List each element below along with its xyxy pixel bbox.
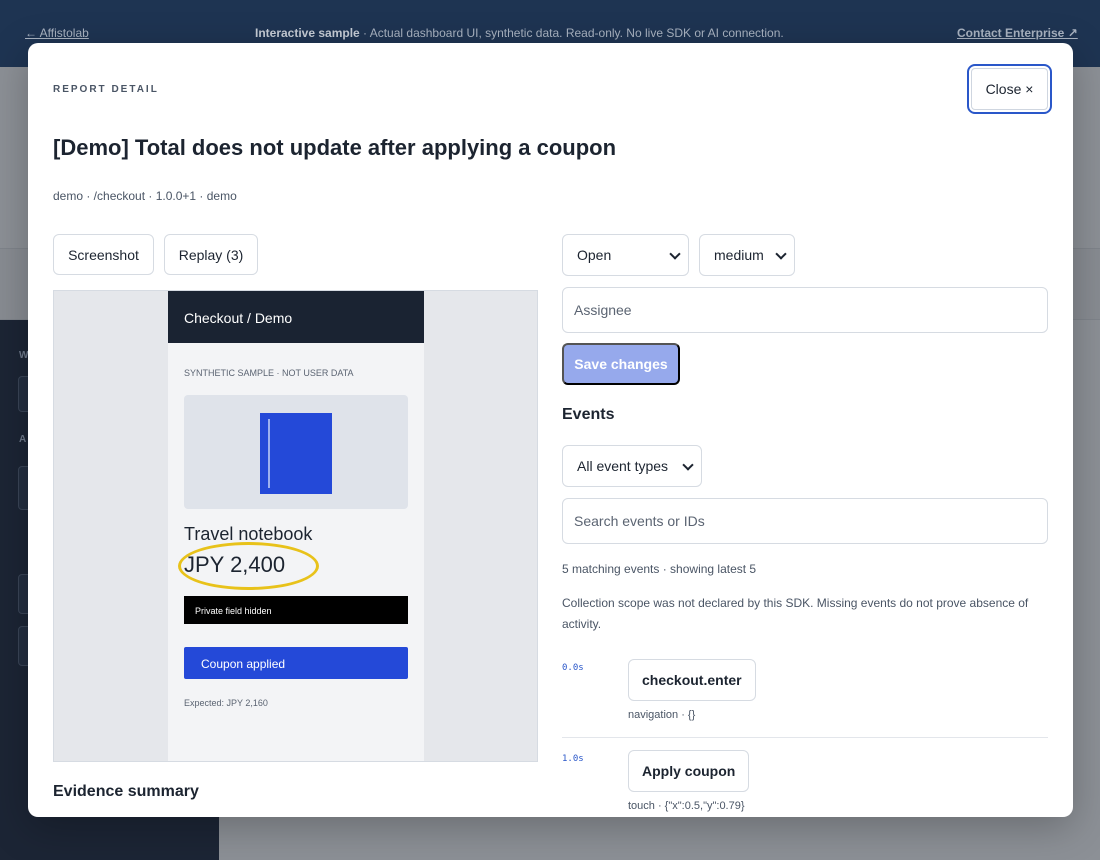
preview-sample-note: SYNTHETIC SAMPLE · NOT USER DATA xyxy=(184,368,354,378)
event-meta: touch · {"x":0.5,"y":0.79} xyxy=(628,800,745,812)
sample-notice-bold: Interactive sample xyxy=(255,26,360,40)
expected-total: Expected: JPY 2,160 xyxy=(184,698,268,708)
report-meta: demo · /checkout · 1.0.0+1 · demo xyxy=(53,189,237,203)
price-highlight-ellipse xyxy=(178,542,319,590)
severity-select[interactable]: medium xyxy=(699,234,795,276)
sidebar-label-stub: A xyxy=(19,434,27,445)
event-type-filter[interactable]: All event types xyxy=(562,445,702,487)
event-meta: navigation · {} xyxy=(628,709,696,721)
event-divider xyxy=(562,737,1048,738)
event-count: 5 matching events · showing latest 5 xyxy=(562,562,757,576)
event-item-button[interactable]: Apply coupon xyxy=(628,750,750,792)
report-detail-modal: REPORT DETAIL Close × [Demo] Total does … xyxy=(28,43,1073,817)
modal-eyebrow: REPORT DETAIL xyxy=(53,84,159,95)
status-select[interactable]: Open xyxy=(562,234,689,276)
tab-replay[interactable]: Replay (3) xyxy=(164,234,258,275)
phone-screen: Checkout / Demo SYNTHETIC SAMPLE · NOT U… xyxy=(168,291,424,761)
notebook-icon xyxy=(260,413,332,494)
save-changes-button[interactable]: Save changes xyxy=(562,343,680,385)
evidence-summary-heading: Evidence summary xyxy=(53,783,199,800)
event-item-button[interactable]: checkout.enter xyxy=(628,659,756,701)
event-type-filter-value: All event types xyxy=(577,458,669,474)
product-image xyxy=(184,395,408,509)
event-search-placeholder: Search events or IDs xyxy=(574,513,705,529)
preview-header: Checkout / Demo xyxy=(168,291,424,343)
chevron-down-icon xyxy=(682,459,694,471)
report-title: [Demo] Total does not update after apply… xyxy=(53,135,617,160)
contact-enterprise-link[interactable]: Contact Enterprise ↗ xyxy=(957,26,1078,40)
event-search-input[interactable]: Search events or IDs xyxy=(562,498,1048,544)
screenshot-preview: Checkout / Demo SYNTHETIC SAMPLE · NOT U… xyxy=(53,290,538,762)
assignee-input[interactable]: Assignee xyxy=(562,287,1048,333)
notebook-spine xyxy=(268,419,270,488)
back-link[interactable]: ← Affistolab xyxy=(25,26,89,40)
event-timestamp: 1.0s xyxy=(562,754,584,764)
status-select-value: Open xyxy=(577,247,612,263)
chevron-down-icon xyxy=(775,248,787,260)
tab-screenshot[interactable]: Screenshot xyxy=(53,234,154,275)
assignee-placeholder: Assignee xyxy=(574,302,632,318)
events-heading: Events xyxy=(562,406,615,423)
close-button[interactable]: Close × xyxy=(967,64,1052,114)
severity-select-value: medium xyxy=(714,247,764,263)
sample-notice-text: · Actual dashboard UI, synthetic data. R… xyxy=(359,26,784,40)
sample-notice: Interactive sample · Actual dashboard UI… xyxy=(255,26,784,40)
redacted-field: Private field hidden xyxy=(184,596,408,624)
coupon-applied-button: Coupon applied xyxy=(184,647,408,679)
chevron-down-icon xyxy=(669,248,681,260)
event-timestamp: 0.0s xyxy=(562,663,584,673)
collection-scope-note: Collection scope was not declared by thi… xyxy=(562,596,1029,631)
